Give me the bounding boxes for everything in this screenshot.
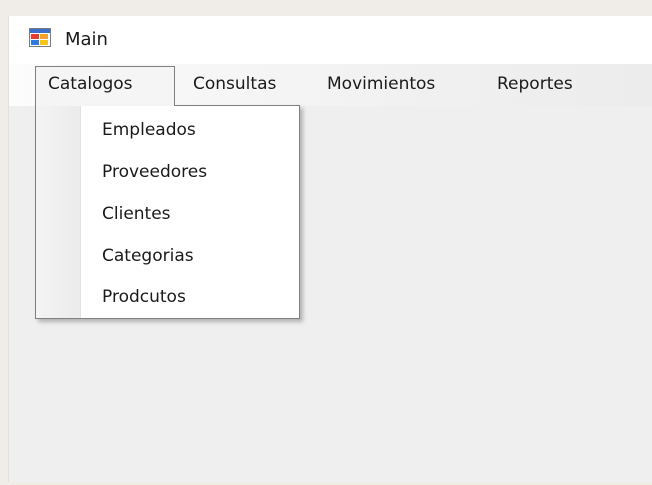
- menu-consultas[interactable]: Consultas: [181, 66, 288, 102]
- menu-item-empleados[interactable]: Empleados: [102, 116, 196, 144]
- windows-form-icon: [29, 28, 51, 47]
- menu-item-proveedores[interactable]: Proveedores: [102, 158, 207, 186]
- menu-movimientos[interactable]: Movimientos: [315, 66, 447, 102]
- menu-image-margin: [36, 106, 81, 318]
- main-window: Main Catalogos Consultas Movimientos Rep…: [8, 16, 652, 482]
- window-title: Main: [65, 29, 108, 50]
- menu-item-clientes[interactable]: Clientes: [102, 200, 171, 228]
- menu-reportes[interactable]: Reportes: [485, 66, 585, 102]
- menu-item-prodcutos[interactable]: Prodcutos: [102, 283, 186, 311]
- catalogos-dropdown-menu: Empleados Proveedores Clientes Categoria…: [35, 105, 300, 319]
- menu-bar: Catalogos Consultas Movimientos Reportes: [9, 64, 652, 106]
- title-bar[interactable]: Main: [9, 16, 652, 64]
- menu-catalogos[interactable]: Catalogos: [35, 66, 175, 106]
- menu-item-categorias[interactable]: Categorias: [102, 242, 194, 270]
